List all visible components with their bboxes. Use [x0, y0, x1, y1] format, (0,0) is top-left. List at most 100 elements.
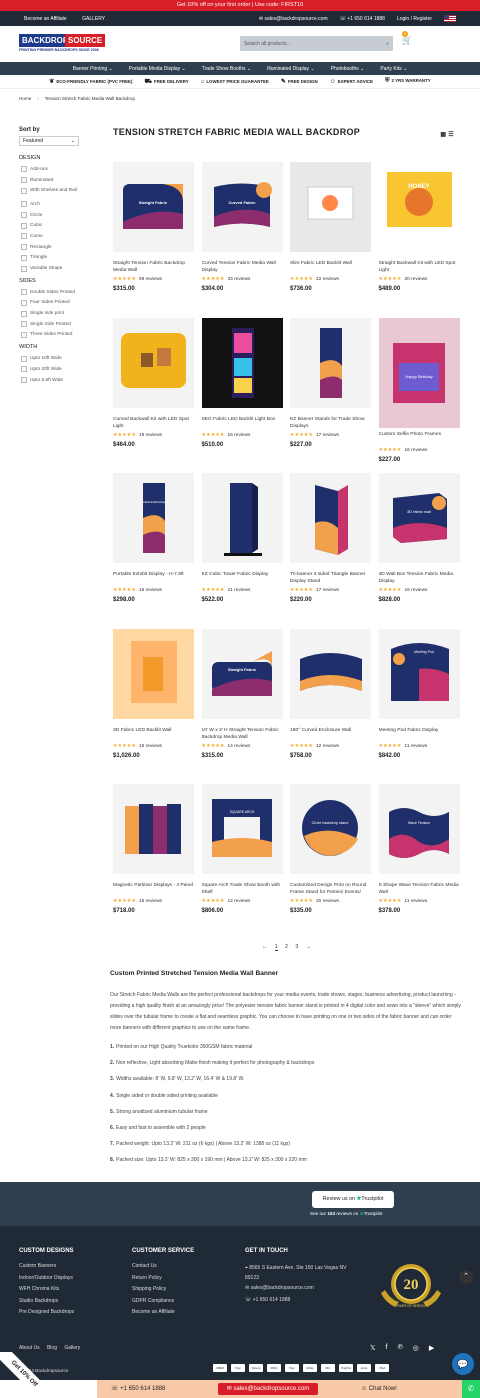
search-input[interactable]: Search all products... ⌕ — [240, 36, 393, 51]
product-name[interactable]: Magnetic Partition Displays - 4 Panel — [113, 882, 194, 897]
cart-icon[interactable]: 🛒 0 — [402, 31, 412, 46]
product-image[interactable]: Wave Tension — [378, 784, 460, 874]
product-card[interactable]: HONEY Straight Backwall Kit with LED Spot… — [378, 162, 460, 318]
footer-link[interactable]: Shipping Policy — [132, 1286, 194, 1298]
product-image[interactable]: Curved Fabric — [201, 162, 283, 252]
product-image[interactable] — [201, 317, 283, 408]
product-card[interactable]: Circle backdrop stand Customized Design P… — [290, 784, 371, 940]
product-name[interactable]: S Shape Wave Tension Fabric Media Wall — [379, 882, 460, 897]
product-card[interactable]: SQUARE ARCH Square Arch Trade Show Booth … — [201, 784, 283, 940]
product-card[interactable]: 180° Curved Enclosure Wall ★★★★★ 12 review… — [290, 628, 371, 785]
page-1-button[interactable]: 1 — [274, 944, 278, 951]
product-card[interactable]: EZ Cubic Tower Fabric Display ★★★★★ 21 rev… — [201, 473, 283, 629]
product-name[interactable]: Slim Fabric LED Backlit Wall — [290, 260, 371, 275]
chat-bubble-icon[interactable]: 💬 — [452, 1353, 474, 1375]
footer-link[interactable]: Become an Affiliate — [132, 1309, 194, 1321]
product-card[interactable]: Meeting Pod Meeting Pod Fabric Display ★★★… — [378, 628, 460, 785]
trustpilot-review-button[interactable]: Review us on ★Trustpilot — [312, 1191, 394, 1208]
footer-link[interactable]: Indoor/Outdoor Displays — [19, 1275, 74, 1287]
product-name[interactable]: Straight Backwall Kit with LED Spot Ligh… — [379, 260, 460, 275]
product-image[interactable] — [113, 784, 194, 874]
email-button[interactable]: ✉ sales@backdropsource.com — [218, 1383, 318, 1395]
email-link[interactable]: ✉ sales@backdropsource.com — [259, 16, 328, 22]
login-link[interactable]: Login / Register — [397, 16, 432, 22]
product-name[interactable]: Square Arch Trade Show Booth with Shelf — [202, 882, 283, 897]
filter-option[interactable]: With Shelves and Rail — [19, 185, 94, 196]
affiliate-link[interactable]: Become an Affiliate — [24, 16, 67, 22]
pinterest-icon[interactable]: ℗ — [398, 1344, 403, 1352]
discount-tab[interactable]: Get 10% Off — [0, 1352, 46, 1398]
product-name[interactable]: Custom Selfie Photo Frames — [379, 431, 460, 446]
product-name[interactable]: Meeting Pod Fabric Display — [379, 727, 460, 742]
filter-option[interactable]: Rectangle — [19, 242, 94, 253]
product-name[interactable]: 10' W x 3' H Straight Tension Fabric Bac… — [202, 727, 283, 742]
footer-link[interactable]: Custom Banners — [19, 1263, 74, 1275]
phone-link[interactable]: ☏ +1 650 614 1888 — [340, 16, 385, 22]
footer-blog-link[interactable]: Blog — [47, 1345, 57, 1351]
product-card[interactable]: Happy Birthday Custom Selfie Photo Frames… — [378, 317, 460, 474]
scroll-to-top-button[interactable]: ⌃ — [459, 1270, 473, 1284]
product-name[interactable]: Straight Tension Fabric Backdrop Media W… — [113, 260, 194, 275]
filter-option[interactable]: Three Sides Printed — [19, 330, 94, 341]
footer-link[interactable]: Studio Backdrops — [19, 1298, 74, 1310]
gallery-link[interactable]: GALLERY — [82, 16, 105, 22]
logo[interactable]: BACKDROP SOURCE PRINTING PREMIER BACKDRO… — [19, 34, 113, 54]
product-name[interactable]: 180° Curved Enclosure Wall — [290, 727, 371, 742]
search-icon[interactable]: ⌕ — [386, 41, 389, 47]
grid-view-icon[interactable]: ▦ ☰ — [440, 131, 454, 138]
product-card[interactable]: Wave Tension S Shape Wave Tension Fabric … — [378, 784, 460, 940]
filter-option[interactable]: Triangle — [19, 253, 94, 264]
product-image[interactable] — [113, 317, 194, 408]
product-image[interactable]: Meeting Pod — [378, 628, 460, 719]
filter-option[interactable]: Variable Shape — [19, 263, 94, 274]
product-image[interactable] — [201, 473, 283, 563]
page-2-button[interactable]: 2 — [285, 944, 288, 950]
nav-photobooths[interactable]: Photobooths ⌄ — [331, 66, 365, 72]
product-name[interactable]: EZ Banner Stands for Trade Show Displays — [290, 416, 371, 431]
product-image[interactable]: HONEY — [378, 162, 460, 252]
product-image[interactable] — [113, 628, 194, 719]
product-name[interactable]: Customized Design Print on Round Frame S… — [290, 882, 371, 897]
filter-option[interactable]: Upto 10ft Wide — [19, 353, 94, 364]
product-card[interactable]: Straight Fabric 10' W x 3' H Straight Ten… — [201, 628, 283, 785]
footer-about-link[interactable]: About Us — [19, 1345, 40, 1351]
product-image[interactable]: Straight Fabric — [201, 628, 283, 719]
product-image[interactable] — [290, 162, 371, 252]
filter-option[interactable]: Illuminated — [19, 175, 94, 186]
chat-now-button[interactable]: ☺ Chat Now! — [361, 1383, 397, 1395]
footer-link[interactable]: Return Policy — [132, 1275, 194, 1287]
us-flag-icon[interactable] — [444, 15, 456, 22]
filter-option[interactable]: Circle — [19, 210, 94, 221]
product-name[interactable]: 3D Fabric LED Backlit Wall — [113, 727, 194, 742]
product-name[interactable]: Tri-banner 3 sided Triangle Banner Displ… — [290, 571, 371, 586]
youtube-icon[interactable]: ▶ — [429, 1344, 434, 1352]
product-card[interactable]: 3D Fabric LED Backlit Wall ★★★★★ 15 review… — [113, 628, 194, 785]
product-name[interactable]: Curved Tension Fabric Media Wall Display — [202, 260, 283, 275]
filter-option[interactable]: Cubic — [19, 220, 94, 231]
nav-illuminated[interactable]: Illuminated Display ⌄ — [267, 66, 315, 72]
product-card[interactable]: Straight Fabric Straight Tension Fabric B… — [113, 162, 194, 318]
footer-link[interactable]: WFH Chroma Kits — [19, 1286, 74, 1298]
call-button[interactable]: ☏ +1 650 614 1888 — [111, 1383, 165, 1395]
product-image[interactable]: 3D fabric wall — [378, 473, 460, 563]
nav-party-kits[interactable]: Party Kits ⌄ — [380, 66, 407, 72]
product-name[interactable]: Portable Exhibit Display - H-7.5ft — [113, 571, 194, 586]
filter-option[interactable]: Four Sides Printed — [19, 298, 94, 309]
product-card[interactable]: Magnetic Partition Displays - 4 Panel ★★★… — [113, 784, 194, 940]
facebook-icon[interactable]: f — [386, 1344, 388, 1352]
product-name[interactable]: Curved Backwall Kit with LED Spot Light — [113, 416, 194, 431]
product-image[interactable]: Straight Fabric — [113, 162, 194, 252]
product-image[interactable]: Portable Exhibit Display — [113, 473, 194, 563]
footer-link[interactable]: Contact Us — [132, 1263, 194, 1275]
product-card[interactable]: Curved Backwall Kit with LED Spot Light ★… — [113, 317, 194, 474]
nav-portable-media[interactable]: Portable Media Display ⌄ — [129, 66, 186, 72]
page-3-button[interactable]: 3 — [295, 944, 298, 950]
product-image[interactable]: Circle backdrop stand — [290, 784, 371, 874]
product-image[interactable] — [290, 628, 371, 719]
product-image[interactable] — [290, 317, 371, 408]
product-card[interactable]: EZ Banner Stands for Trade Show Displays… — [290, 317, 371, 474]
product-card[interactable]: Portable Exhibit Display Portable Exhibit… — [113, 473, 194, 629]
filter-option[interactable]: Single Side Printed — [19, 319, 94, 330]
prev-page-button[interactable]: ← — [262, 944, 267, 950]
product-card[interactable]: Curved Fabric Curved Tension Fabric Media… — [201, 162, 283, 318]
